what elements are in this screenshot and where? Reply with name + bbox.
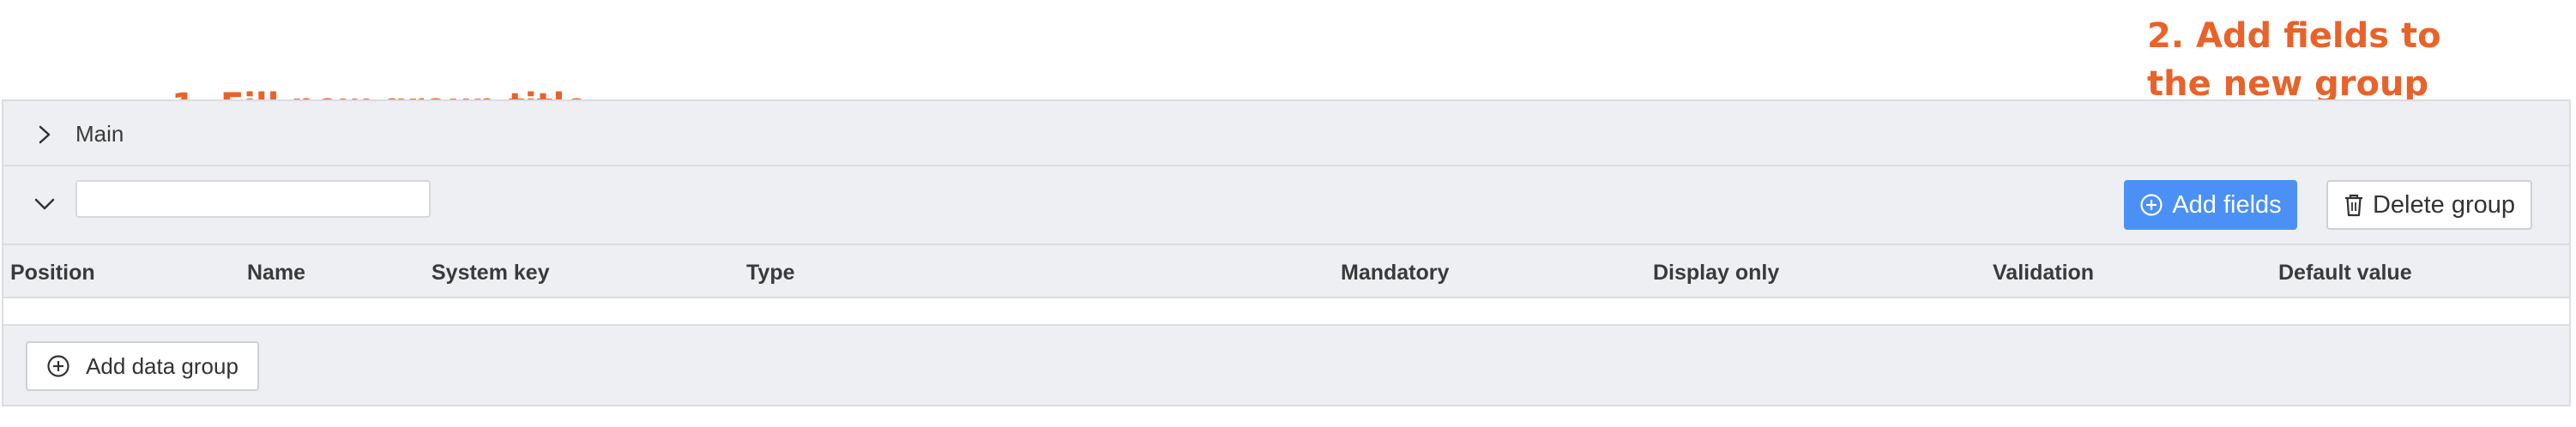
column-header-type[interactable]: Type bbox=[746, 261, 795, 286]
column-header-mandatory[interactable]: Mandatory bbox=[1341, 261, 1449, 286]
add-data-group-button[interactable]: Add data group bbox=[26, 341, 259, 391]
fields-table-header: Position Name System key Type Mandatory … bbox=[3, 245, 2569, 298]
column-header-name[interactable]: Name bbox=[247, 261, 305, 286]
column-header-system-key[interactable]: System key bbox=[431, 261, 550, 286]
chevron-down-icon[interactable] bbox=[34, 197, 55, 211]
group-row-main[interactable]: Main bbox=[3, 101, 2569, 166]
plus-circle-icon bbox=[2140, 194, 2163, 216]
add-fields-button[interactable]: Add fields bbox=[2124, 180, 2297, 230]
column-header-display-only[interactable]: Display only bbox=[1653, 261, 1779, 286]
column-header-default-value[interactable]: Default value bbox=[2278, 261, 2412, 286]
group-row-new: Add fields Delete group bbox=[3, 166, 2569, 245]
add-data-group-label: Add data group bbox=[86, 352, 238, 379]
annotation-step2-line1: 2. Add fields to bbox=[2147, 16, 2441, 56]
group-title-main: Main bbox=[75, 121, 124, 147]
fields-table-body-empty bbox=[3, 298, 2569, 326]
data-groups-panel: Main Add fields Delete group Position Na… bbox=[2, 99, 2571, 406]
column-header-validation[interactable]: Validation bbox=[1993, 261, 2094, 286]
column-header-position[interactable]: Position bbox=[10, 261, 95, 286]
add-fields-label: Add fields bbox=[2172, 190, 2282, 219]
page: 1. Fill new group title 2. Add fields to… bbox=[0, 0, 2576, 427]
plus-circle-icon bbox=[47, 355, 69, 377]
group-title-input[interactable] bbox=[75, 180, 431, 218]
delete-group-button[interactable]: Delete group bbox=[2326, 180, 2532, 230]
trash-icon bbox=[2344, 194, 2362, 217]
chevron-right-icon[interactable] bbox=[36, 125, 53, 144]
annotation-step2: 2. Add fields to the new group bbox=[2147, 12, 2441, 108]
delete-group-label: Delete group bbox=[2372, 190, 2516, 219]
